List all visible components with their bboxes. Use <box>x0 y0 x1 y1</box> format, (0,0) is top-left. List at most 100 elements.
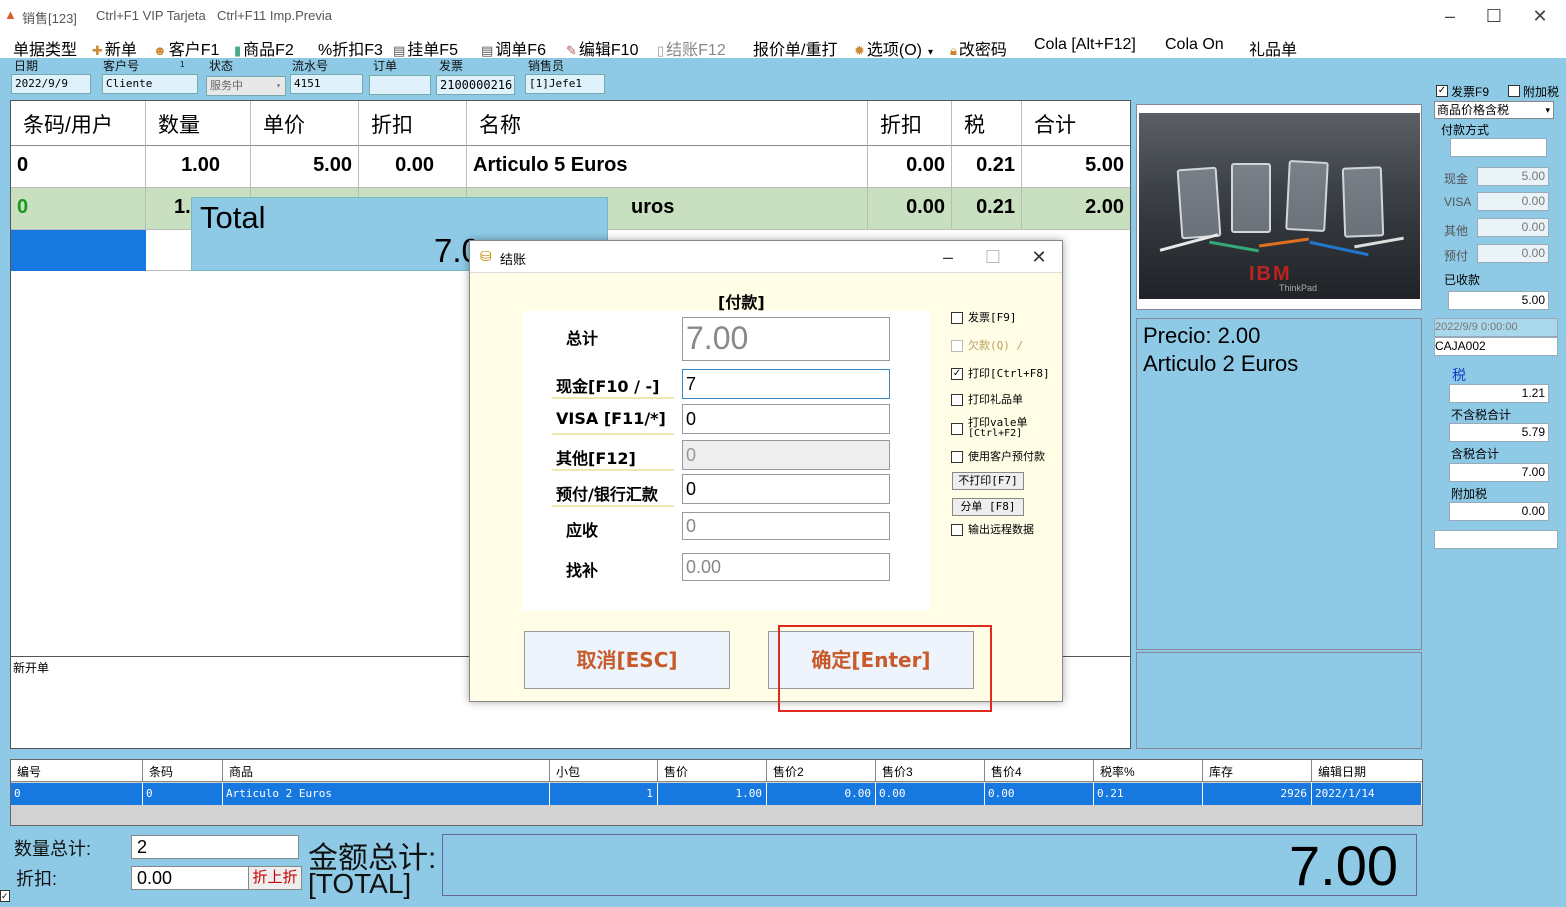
col-header-product[interactable]: 商品 <box>223 760 550 782</box>
col-header-price[interactable]: 单价 <box>251 101 359 146</box>
plus-icon: ✚ <box>92 43 103 58</box>
due-label: 应收 <box>566 521 599 540</box>
col-header-qty[interactable]: 数量 <box>146 101 251 146</box>
cell-price2[interactable]: 0.00 <box>767 783 876 805</box>
close-icon[interactable]: ✕ <box>1528 4 1552 28</box>
col-header-taxrate[interactable]: 税率% <box>1094 760 1203 782</box>
chevron-down-icon: ▾ <box>276 81 281 90</box>
cell-pack[interactable]: 1 <box>550 783 658 805</box>
cell-product[interactable]: Articulo 2 Euros <box>223 783 550 805</box>
maximize-icon[interactable]: ☐ <box>1482 4 1506 28</box>
new-row-barcode-cell[interactable] <box>11 230 146 271</box>
cell-total[interactable]: 2.00 <box>1022 188 1130 230</box>
cell-code[interactable]: 0 <box>11 783 143 805</box>
minimize-icon[interactable]: – <box>1438 4 1462 28</box>
debt-checkbox-label: 欠款(Q) / <box>968 339 1024 352</box>
cash-label: 现金[F10 / -] <box>552 367 674 399</box>
print-gift-checkbox[interactable] <box>951 394 963 406</box>
cell-discount[interactable]: 0.00 <box>359 146 467 188</box>
menu-edit[interactable]: ✎ 编辑F10 <box>566 36 638 60</box>
col-header-tax[interactable]: 税 <box>952 101 1022 146</box>
new-row-qty-cell[interactable] <box>146 230 192 271</box>
cell-taxrate[interactable]: 0.21 <box>1094 783 1203 805</box>
status-select[interactable]: 服务中 ▾ <box>206 76 286 96</box>
col-header-discount[interactable]: 折扣 <box>359 101 467 146</box>
invoice-input[interactable]: 2100000216 <box>436 75 515 95</box>
col-header-barcode[interactable]: 条码 <box>143 760 223 782</box>
col-header-price1[interactable]: 售价 <box>658 760 767 782</box>
price-mode-select[interactable]: 商品价格含税 ▾ <box>1434 101 1554 119</box>
cell-barcode[interactable]: 0 <box>11 146 146 188</box>
menu-change-password[interactable]: 🔒︎ 改密码 <box>950 36 1007 60</box>
menu-checkout[interactable]: ▯ 结账F12 <box>657 36 726 60</box>
cell-barcode[interactable]: 0 <box>11 188 146 230</box>
col-header-edit-date[interactable]: 编辑日期 <box>1312 760 1422 782</box>
cell-price[interactable]: 5.00 <box>251 146 359 188</box>
cell-price3[interactable]: 0.00 <box>876 783 985 805</box>
date-input[interactable]: 2022/9/9 <box>11 74 91 94</box>
invoice-checkbox[interactable]: ✓ <box>1436 85 1448 97</box>
cell-stock[interactable]: 2926 <box>1203 783 1312 805</box>
print-vale-checkbox[interactable] <box>951 423 963 435</box>
menu-quote-reprint[interactable]: 报价单/重打 <box>753 36 837 60</box>
cell-name[interactable]: Articulo 5 Euros <box>467 146 868 188</box>
col-header-stock[interactable]: 库存 <box>1203 760 1312 782</box>
seller-label: 销售员 <box>528 59 565 73</box>
dialog-close-icon[interactable]: ✕ <box>1027 245 1051 269</box>
menu-product[interactable]: ▮ 商品F2 <box>234 36 294 60</box>
no-print-button[interactable]: 不打印[F7] <box>952 472 1024 490</box>
prepay-input[interactable]: 0 <box>682 474 890 504</box>
cell-barcode[interactable]: 0 <box>143 783 223 805</box>
col-header-price3[interactable]: 售价3 <box>876 760 985 782</box>
col-header-barcode[interactable]: 条码/用户 <box>11 101 146 146</box>
invoice-checkbox-label: 发票[F9] <box>968 311 1017 324</box>
seller-input[interactable]: [1]Jefe1 <box>525 74 605 94</box>
dialog-maximize-icon: ☐ <box>984 247 1002 267</box>
cash-input[interactable]: 7 <box>682 369 890 399</box>
col-header-discount2[interactable]: 折扣 <box>868 101 952 146</box>
col-header-price2[interactable]: 售价2 <box>767 760 876 782</box>
cell-qty[interactable]: 1.00 <box>146 146 251 188</box>
remote-export-checkbox[interactable] <box>951 524 963 536</box>
extra-tax-checkbox[interactable] <box>1508 85 1520 97</box>
date-label: 日期 <box>14 59 39 73</box>
app-icon: ▲ <box>4 7 17 22</box>
cell-total[interactable]: 5.00 <box>1022 146 1130 188</box>
visa-label: VISA [F11/*] <box>552 403 674 435</box>
gross-label: 含税合计 <box>1451 447 1500 461</box>
menu-cola[interactable]: Cola [Alt+F12] <box>1034 36 1136 54</box>
dialog-minimize-icon[interactable]: – <box>936 245 960 269</box>
footer-checkbox[interactable]: ✓ <box>0 890 10 902</box>
menu-options[interactable]: ✹ 选项(O) ▾ <box>854 36 933 60</box>
invoice-checkbox[interactable] <box>951 312 963 324</box>
print-checkbox[interactable]: ✓ <box>951 368 963 380</box>
menu-cola-on[interactable]: Cola On <box>1165 36 1224 54</box>
extra-discount-button[interactable]: 折上折 <box>248 866 302 890</box>
cancel-button[interactable]: 取消[ESC] <box>524 631 730 689</box>
pay-method-input[interactable] <box>1450 138 1547 157</box>
cell-discount2[interactable]: 0.00 <box>868 188 952 230</box>
discount-input[interactable]: 0.00 <box>131 866 249 890</box>
cell-price1[interactable]: 1.00 <box>658 783 767 805</box>
col-header-pack[interactable]: 小包 <box>550 760 658 782</box>
extra-input[interactable] <box>1434 530 1558 549</box>
visa-input[interactable]: 0 <box>682 404 890 434</box>
serial-input[interactable]: 4151 <box>290 74 363 94</box>
order-input[interactable] <box>369 75 431 95</box>
col-header-code[interactable]: 编号 <box>11 760 143 782</box>
prepay-label: 预付 <box>1444 249 1469 263</box>
cell-edit-date[interactable]: 2022/1/14 <box>1312 783 1422 805</box>
use-prepay-checkbox[interactable] <box>951 451 963 463</box>
col-header-name[interactable]: 名称 <box>467 101 868 146</box>
client-input[interactable]: Cliente <box>102 74 198 94</box>
cell-price4[interactable]: 0.00 <box>985 783 1094 805</box>
invoice-checkbox-label: 发票F9 <box>1451 85 1490 99</box>
total-value: 7.00 <box>682 317 890 361</box>
menu-gift[interactable]: 礼品单 <box>1249 36 1297 60</box>
cell-discount2[interactable]: 0.00 <box>868 146 952 188</box>
col-header-total[interactable]: 合计 <box>1022 101 1130 146</box>
cell-tax[interactable]: 0.21 <box>952 146 1022 188</box>
col-header-price4[interactable]: 售价4 <box>985 760 1094 782</box>
cell-tax[interactable]: 0.21 <box>952 188 1022 230</box>
split-bill-button[interactable]: 分单 [F8] <box>952 498 1024 516</box>
